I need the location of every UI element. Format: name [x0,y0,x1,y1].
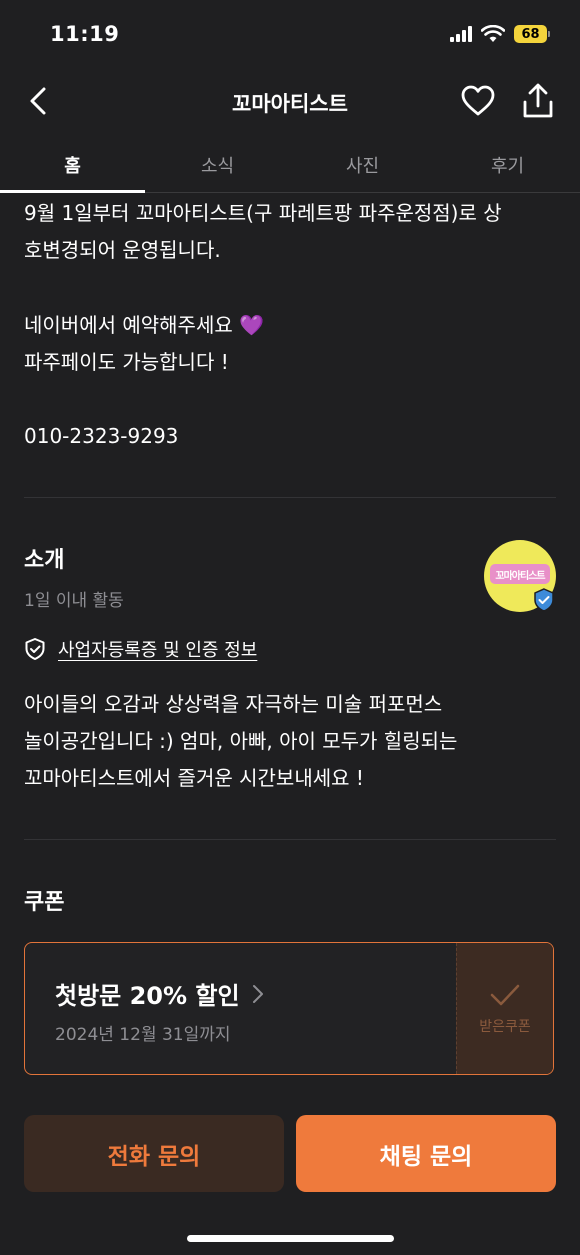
tab-news[interactable]: 소식 [145,140,290,192]
battery-level: 68 [514,25,547,43]
activity-status: 1일 이내 활동 [24,591,124,611]
tab-bar: 홈 소식 사진 후기 [0,140,580,193]
intro-line: 아이들의 오감과 상상력을 자극하는 미술 퍼포먼스 [24,692,443,716]
coupon-valid-date: 2024년 12월 31일까지 [55,1025,231,1045]
share-icon[interactable] [520,82,556,120]
business-cert-row[interactable]: 사업자등록증 및 인증 정보 [24,636,257,662]
coupon-received-panel: 받은쿠폰 [456,943,553,1074]
notice-line: 파주페이도 가능합니다 ! [24,350,229,374]
verified-badge-icon [534,588,554,612]
intro-description: 아이들의 오감과 상상력을 자극하는 미술 퍼포먼스 놀이공간입니다 :) 엄마… [24,686,564,797]
wifi-icon [481,25,505,42]
notice-line: 호변경되어 운영됩니다. [24,238,221,262]
business-cert-link[interactable]: 사업자등록증 및 인증 정보 [58,636,257,662]
coupon-section-title: 쿠폰 [24,890,65,915]
notice-text: 네이버에서 예약해주세요 💜 파주페이도 가능합니다 ! [24,307,564,381]
home-indicator[interactable] [187,1235,394,1242]
status-time: 11:19 [50,22,120,46]
navigation-bar: 꼬마아티스트 [0,72,580,132]
coupon-received-label: 받은쿠폰 [479,1018,531,1035]
status-icons: 68 [450,25,550,43]
divider [24,497,556,498]
shield-check-icon [25,638,45,660]
chevron-right-icon [252,984,263,1003]
tab-home[interactable]: 홈 [0,140,145,193]
avatar-logo: 꼬마아티스트 [490,564,550,584]
check-icon [490,984,520,1005]
call-inquiry-button[interactable]: 전화 문의 [24,1115,284,1192]
phone-number[interactable]: 010-2323-9293 [24,418,564,455]
tab-reviews[interactable]: 후기 [435,140,580,192]
tab-photos[interactable]: 사진 [290,140,435,192]
notice-text: 9월 1일부터 꼬마아티스트(구 파레트팡 파주운정점)로 상 호변경되어 운영… [24,195,564,269]
status-bar: 11:19 68 [0,0,580,72]
coupon-title-row[interactable]: 첫방문 20% 할인 [55,976,264,1011]
avatar[interactable]: 꼬마아티스트 [484,540,556,612]
heart-icon[interactable] [460,84,496,118]
notice-line: 9월 1일부터 꼬마아티스트(구 파레트팡 파주운정점)로 상 [24,201,502,225]
divider [24,839,556,840]
intro-line: 꼬마아티스트에서 즐거운 시간보내세요 ! [24,766,364,790]
coupon-title: 첫방문 20% 할인 [55,982,240,1010]
battery-icon: 68 [514,25,550,43]
chat-inquiry-button[interactable]: 채팅 문의 [296,1115,556,1192]
intro-line: 놀이공간입니다 :) 엄마, 아빠, 아이 모두가 힐링되는 [24,729,458,753]
coupon-card[interactable]: 첫방문 20% 할인 2024년 12월 31일까지 받은쿠폰 [24,942,554,1075]
cellular-signal-icon [450,26,472,42]
notice-line: 네이버에서 예약해주세요 💜 [24,313,265,337]
intro-title: 소개 [24,548,65,573]
